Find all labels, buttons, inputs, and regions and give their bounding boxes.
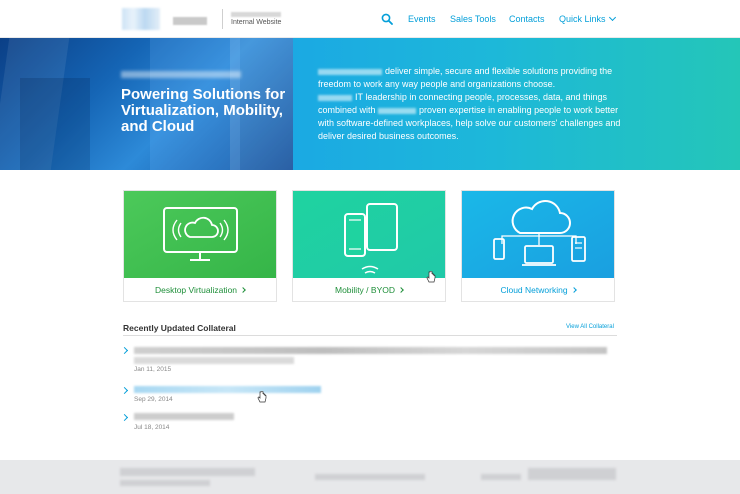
collateral-item-date: Jan 11, 2015: [134, 366, 172, 373]
collateral-item-date: Jul 18, 2014: [134, 424, 170, 431]
collateral-item-link-redacted[interactable]: [134, 386, 321, 393]
hero-title: Powering Solutions for Virtualization, M…: [121, 86, 286, 135]
cloud-network-icon: [462, 191, 614, 278]
section-divider: [123, 335, 617, 336]
collateral-item-date: Sep 29, 2014: [134, 396, 173, 403]
chevron-right-icon[interactable]: [120, 413, 129, 422]
chevron-right-icon: [570, 287, 577, 293]
footer-text-redacted: [120, 468, 255, 476]
site-footer: [0, 460, 740, 494]
collateral-item-title-redacted[interactable]: [134, 413, 234, 420]
company-logo[interactable]: [122, 8, 160, 30]
hero-description: deliver simple, secure and flexible solu…: [318, 65, 623, 143]
header-divider: [222, 9, 223, 29]
redacted-company-name: [378, 107, 417, 114]
footer-links-redacted[interactable]: [481, 474, 521, 480]
hand-cursor-icon: [257, 391, 267, 403]
chevron-down-icon: [608, 13, 616, 22]
card-label[interactable]: Desktop Virtualization: [124, 278, 276, 302]
chevron-right-icon: [240, 287, 246, 293]
footer-logo-redacted: [528, 468, 616, 480]
card-mobility-byod[interactable]: Mobility / BYOD: [292, 190, 446, 302]
chevron-right-icon: [398, 287, 404, 293]
cloud-monitor-icon: [124, 191, 276, 278]
card-label-text: Mobility / BYOD: [335, 285, 395, 295]
chevron-right-icon[interactable]: [120, 386, 129, 395]
card-label[interactable]: Mobility / BYOD: [293, 278, 445, 302]
card-label-text: Cloud Networking: [500, 285, 568, 295]
chevron-right-icon[interactable]: [120, 346, 129, 355]
view-all-collateral-link[interactable]: View All Collateral: [566, 324, 614, 330]
card-cloud-networking[interactable]: Cloud Networking: [461, 190, 615, 302]
search-icon[interactable]: [381, 13, 393, 25]
nav-sales-tools[interactable]: Sales Tools: [450, 14, 496, 24]
footer-text-redacted: [120, 480, 210, 486]
brand-name: [173, 17, 207, 25]
nav-contacts[interactable]: Contacts: [509, 14, 545, 24]
redacted-company-name: [318, 94, 352, 101]
collateral-item-subtitle-redacted: [134, 357, 294, 364]
card-desktop-virtualization[interactable]: Desktop Virtualization: [123, 190, 277, 302]
card-label-text: Desktop Virtualization: [154, 285, 238, 295]
card-label[interactable]: Cloud Networking: [462, 278, 614, 302]
site-name: [231, 12, 281, 17]
collateral-item-title-redacted[interactable]: [134, 347, 607, 354]
mobile-tablet-icon: [293, 191, 445, 278]
site-header: Internal Website Events Sales Tools Cont…: [0, 0, 740, 38]
nav-quick-links[interactable]: Quick Links: [559, 13, 616, 24]
hand-cursor-icon: [426, 271, 436, 283]
collateral-section-title: Recently Updated Collateral: [123, 323, 236, 333]
hero-kicker: [121, 71, 241, 78]
footer-links-redacted[interactable]: [315, 474, 425, 480]
site-label: Internal Website: [231, 19, 282, 26]
nav-quick-links-label: Quick Links: [559, 14, 606, 24]
nav-events[interactable]: Events: [408, 14, 436, 24]
hero-banner: Powering Solutions for Virtualization, M…: [0, 38, 740, 170]
redacted-company-name: [318, 68, 382, 75]
